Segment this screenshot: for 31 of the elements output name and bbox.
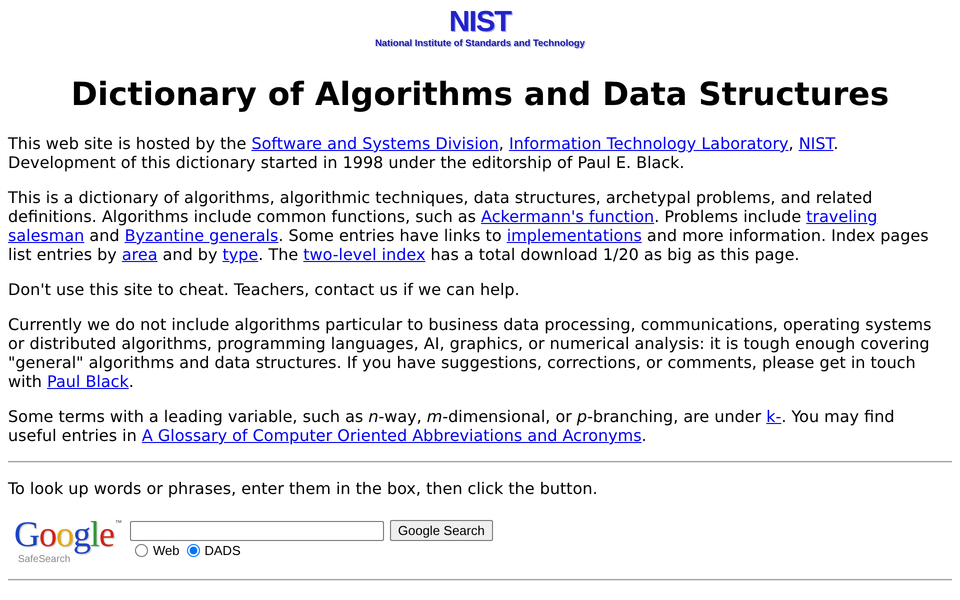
link[interactable]: Software and Systems Division bbox=[251, 134, 499, 153]
link[interactable]: Paul Black bbox=[47, 372, 129, 391]
link[interactable]: NIST bbox=[798, 134, 834, 153]
page-title: Dictionary of Algorithms and Data Structures bbox=[70, 76, 890, 113]
paragraph: Some terms with a leading variable, such as n-way, m-dimensional, or p-branching, are under k-. You may find useful entries in A Glossary of Computer Oriented Abbreviations and Acronyms. bbox=[8, 407, 896, 445]
search-button[interactable]: Google Search bbox=[390, 520, 493, 541]
link[interactable]: type bbox=[222, 245, 258, 264]
nist-logo: NIST bbox=[448, 10, 512, 34]
google-logo: Google bbox=[14, 514, 114, 554]
radio-label[interactable]: Web bbox=[153, 543, 180, 558]
paragraph: This web site is hosted by the Software and Systems Division, Information Technology Laboratory, NIST. Development of this dictionary started in 1998 under the editorship of Paul E. Black. bbox=[8, 134, 840, 172]
link[interactable]: implementations bbox=[506, 226, 642, 245]
search-instructions: To look up words or phrases, enter them in the box, then click the button. bbox=[8, 479, 599, 498]
radio-label[interactable]: DADS bbox=[204, 543, 241, 558]
link[interactable]: Byzantine generals bbox=[124, 226, 278, 245]
safesearch-label: SafeSearch bbox=[18, 554, 70, 565]
radio-button[interactable] bbox=[186, 544, 200, 557]
nist-caption: National Institute of Standards and Technology bbox=[375, 37, 585, 49]
radio-button[interactable] bbox=[135, 544, 148, 557]
link[interactable]: two-level index bbox=[303, 245, 426, 264]
link[interactable]: k- bbox=[766, 407, 782, 426]
link[interactable]: salesman bbox=[8, 226, 84, 245]
link[interactable]: A Glossary of Computer Oriented Abbreviations and Acronyms bbox=[142, 426, 642, 445]
paragraph: Currently we do not include algorithms particular to business data processing, communications, operating systems or distributed algorithms, programming languages, AI, graphics, or numerical analysis: it is tough enough covering "general" algorithms and data structures. If you have suggestions, corrections, or comments, please get in touch with Paul Black. bbox=[8, 315, 932, 391]
link[interactable]: Ackermann's function bbox=[481, 207, 654, 226]
paragraph: This is a dictionary of algorithms, algorithmic techniques, data structures, archetypal problems, and related definitions. Algorithms include common functions, such as Ackermann's function. Problems include traveling salesman and Byzantine generals. Some entries have links to implementations and more information. Index pages list entries by area and by type. The two-level index has a total download 1/20 as big as this page. bbox=[8, 188, 930, 264]
paragraph: Don't use this site to cheat. Teachers, contact us if we can help. bbox=[8, 280, 521, 299]
search-field[interactable] bbox=[130, 520, 384, 540]
link[interactable]: Information Technology Laboratory bbox=[508, 134, 789, 153]
link[interactable]: area bbox=[122, 245, 158, 264]
link[interactable]: traveling bbox=[806, 207, 878, 226]
